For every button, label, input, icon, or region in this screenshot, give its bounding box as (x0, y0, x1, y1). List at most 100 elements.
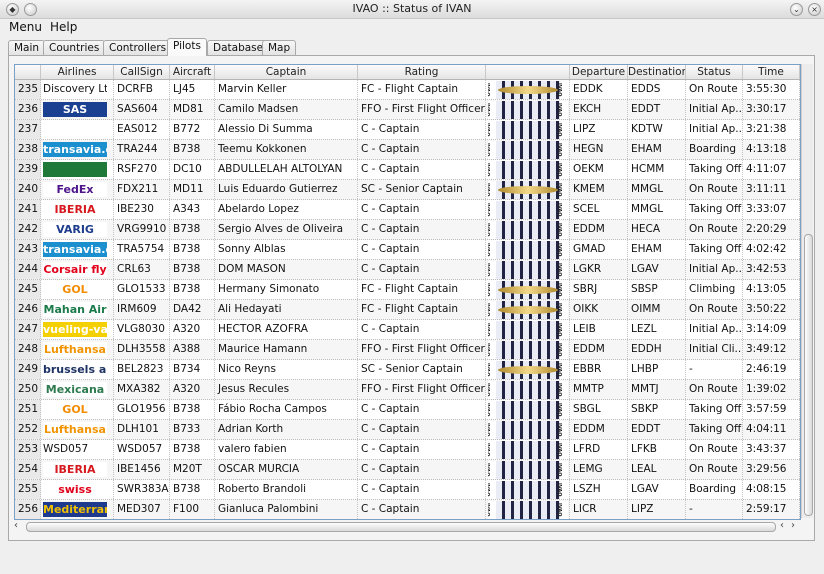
departure-cell: EBBR (570, 360, 628, 379)
table-row[interactable]: 254 IBERIA IBE1456 M20T OSCAR MURCIA C - Capt… (15, 460, 800, 480)
rating-stripes-badge-icon: IVAO IVAO (488, 421, 568, 439)
col-departure[interactable]: Departure (570, 65, 628, 79)
status-cell: On Route (686, 220, 743, 239)
menu-help[interactable]: Help (50, 20, 77, 34)
table-row[interactable]: 235Discovery Ltd DCRFBLJ45Marvin KellerFC… (15, 80, 800, 100)
tab-map[interactable]: Map (262, 40, 297, 56)
horizontal-scroll-thumb[interactable] (26, 522, 776, 532)
airline-logo: brussels airlines (43, 362, 107, 377)
rating-badge-side-left: IVAO (488, 261, 496, 279)
time-cell: 3:57:59 (743, 400, 800, 419)
tab-controllers[interactable]: Controllers (103, 40, 173, 56)
table-row[interactable]: 252 Lufthansa DLH101 B733 Adrian Korth C - Ca… (15, 420, 800, 440)
col-aircraft[interactable]: Aircraft (170, 65, 215, 79)
rating-badge-side-right: IVAO (556, 161, 568, 179)
rating-badge-cell: IVAO IVAO (486, 340, 570, 359)
table-row[interactable]: 240 FedEx FDX211 MD11 Luis Eduardo Gutierrez… (15, 180, 800, 200)
captain-cell: Roberto Brandoli (215, 480, 358, 499)
row-index: 241 (15, 200, 41, 219)
rating-badge-side-left: IVAO (488, 81, 496, 99)
col-captain[interactable]: Captain (215, 65, 358, 79)
scroll-left-icon[interactable]: ‹ (14, 520, 18, 531)
table-row[interactable]: 255 swiss SWR383A B738 Roberto Brandoli C - C… (15, 480, 800, 500)
rating-cell: C - Captain (358, 440, 486, 459)
airline-cell (41, 160, 114, 179)
airline-cell: FedEx (41, 180, 114, 199)
vertical-scrollbar[interactable] (801, 64, 813, 518)
col-index[interactable] (15, 65, 41, 79)
table-row[interactable]: 250 Mexicana MXA382 A320 Jesus Recules FFO - … (15, 380, 800, 400)
tab-main[interactable]: Main (8, 40, 46, 56)
rating-badge-side-left: IVAO (488, 381, 496, 399)
minimize-icon[interactable]: ⌄ (790, 3, 803, 16)
window-title: IVAO :: Status of IVAN (352, 2, 472, 15)
table-row[interactable]: 249brussels airlines BEL2823B734Nico Reyn… (15, 360, 800, 380)
horizontal-scrollbar[interactable]: ‹ ‹ › (14, 520, 800, 533)
tab-database[interactable]: Database (207, 40, 270, 56)
time-cell: 3:43:37 (743, 440, 800, 459)
col-rating-image[interactable] (486, 65, 570, 79)
departure-cell: EDDK (570, 80, 628, 99)
table-row[interactable]: 238transavia.com TRA244B738Teemu Kokkonen… (15, 140, 800, 160)
table-row[interactable]: 243transavia.com TRA5754B738Sonny AlblasC… (15, 240, 800, 260)
table-row[interactable]: 245 GOL GLO1533 B738 Hermany Simonato FC - Fl… (15, 280, 800, 300)
status-cell: Taking Off (686, 240, 743, 259)
airline-cell (41, 120, 114, 139)
table-row[interactable]: 241 IBERIA IBE230 A343 Abelardo Lopez C - Cap… (15, 200, 800, 220)
table-row[interactable]: 246 Mahan Air IRM609 DA42 Ali Hedayati FC - F… (15, 300, 800, 320)
tab-countries[interactable]: Countries (43, 40, 106, 56)
rating-badge-side-left: IVAO (488, 401, 496, 419)
row-index: 236 (15, 100, 41, 119)
airline-logo: Mexicana (43, 382, 107, 397)
captain-cell: Gianluca Palombini (215, 500, 358, 519)
table-row[interactable]: 237 EAS012 B772 Alessio Di Summa C - Captain… (15, 120, 800, 140)
rating-stripes-badge-icon: IVAO IVAO (488, 261, 568, 279)
col-airlines[interactable]: Airlines (41, 65, 114, 79)
scroll-left-end-icon[interactable]: ‹ (780, 520, 784, 531)
row-index: 255 (15, 480, 41, 499)
callsign-cell: WSD057 (114, 440, 170, 459)
table-row[interactable]: 239 RSF270 DC10 ABDULLELAH ALTOLYAN C - Capt… (15, 160, 800, 180)
col-callsign[interactable]: CallSign (114, 65, 170, 79)
pilots-table: Airlines CallSign Aircraft Captain Ratin… (14, 64, 801, 520)
table-row[interactable]: 242 VARIG VRG9910 B738 Sergio Alves de Olive… (15, 220, 800, 240)
airline-logo (43, 122, 107, 137)
table-row[interactable]: 244 Corsair fly CRL63 B738 DOM MASON C - Capt… (15, 260, 800, 280)
table-row[interactable]: 247vueling-va.com VLG8030A320HECTOR AZOFR… (15, 320, 800, 340)
row-index: 242 (15, 220, 41, 239)
table-row[interactable]: 256Mediterranea MED307F100Gianluca Palomb… (15, 500, 800, 519)
table-row[interactable]: 251 GOL GLO1956 B738 Fábio Rocha Campos C - C… (15, 400, 800, 420)
menu-menu[interactable]: Menu (9, 20, 42, 34)
table-row[interactable]: 253 WSD057 WSD057 B738 valero fabien C - Capt… (15, 440, 800, 460)
destination-cell: EDDT (628, 100, 686, 119)
callsign-cell: DLH3558 (114, 340, 170, 359)
col-destination[interactable]: Destination (628, 65, 686, 79)
rating-cell: C - Captain (358, 120, 486, 139)
captain-cell: Fábio Rocha Campos (215, 400, 358, 419)
time-cell: 1:39:02 (743, 380, 800, 399)
rating-cell: C - Captain (358, 480, 486, 499)
aircraft-cell: M20T (170, 460, 215, 479)
col-rating[interactable]: Rating (358, 65, 486, 79)
rating-badge-side-left: IVAO (488, 361, 496, 379)
captain-cell: ABDULLELAH ALTOLYAN (215, 160, 358, 179)
pilot-wings-icon (498, 286, 558, 294)
col-status[interactable]: Status (686, 65, 743, 79)
departure-cell: LEIB (570, 320, 628, 339)
vertical-scroll-thumb[interactable] (804, 234, 813, 516)
col-time[interactable]: Time (743, 65, 800, 79)
callsign-cell: TRA244 (114, 140, 170, 159)
rating-cell: C - Captain (358, 460, 486, 479)
table-row[interactable]: 236 SAS SAS604 MD81 Camilo Madsen FFO - First… (15, 100, 800, 120)
rating-stripes-badge-icon: IVAO IVAO (488, 461, 568, 479)
table-row[interactable]: 248 Lufthansa DLH3558 A388 Maurice Hamann FFO… (15, 340, 800, 360)
callsign-cell: MXA382 (114, 380, 170, 399)
scroll-right-icon[interactable]: › (791, 520, 795, 531)
rating-cell: C - Captain (358, 420, 486, 439)
close-icon[interactable]: × (808, 3, 821, 16)
destination-cell: MMGL (628, 200, 686, 219)
status-cell: Taking Off (686, 160, 743, 179)
tab-pilots[interactable]: Pilots (167, 38, 207, 56)
row-index: 246 (15, 300, 41, 319)
callsign-cell: CRL63 (114, 260, 170, 279)
